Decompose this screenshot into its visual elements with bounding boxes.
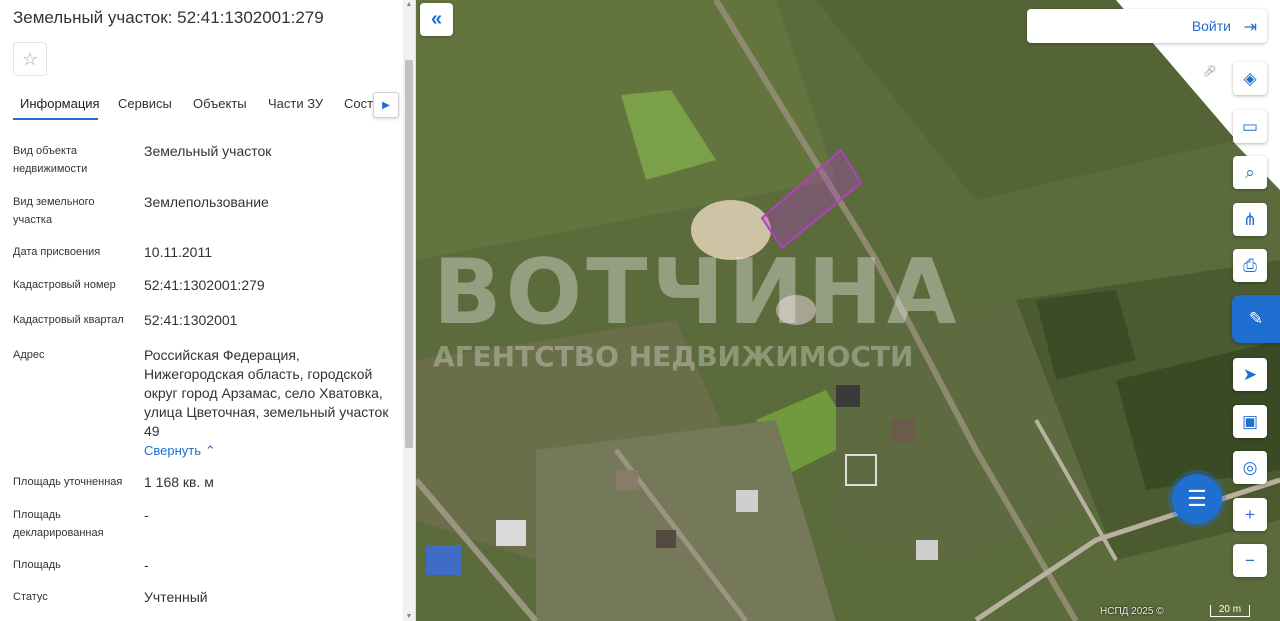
favorite-button[interactable]: ☆ [13,42,47,76]
property-value: Землепользование [144,194,269,210]
zoom-out-button[interactable]: − [1233,544,1267,577]
chat-button[interactable]: ☰ [1172,474,1222,524]
info-panel: Земельный участок: 52:41:1302001:279 ☆ И… [0,0,416,621]
collapse-panel-button[interactable]: « [420,3,453,36]
measure-button[interactable]: ▭ [1233,110,1267,143]
property-label: Вид объекта недвижимости [13,145,88,175]
tab-bar: Информация Сервисы Объекты Части ЗУ Сост… [0,88,400,122]
property-value: Российская Федерация, Нижегородская обла… [144,347,389,439]
collapse-link[interactable]: Свернуть ⌃ [144,441,394,460]
layers-button[interactable]: ◈ [1233,62,1267,95]
zoom-in-button[interactable]: + [1233,498,1267,531]
property-value: 1 168 кв. м [144,474,214,490]
star-icon: ☆ [21,48,39,69]
login-icon: ⇥ [1243,19,1257,36]
scroll-down-icon[interactable]: ▼ [405,613,413,620]
property-label: Площадь уточненная [13,476,123,488]
property-label: Дата присвоения [13,246,101,258]
property-value: - [144,557,149,573]
login-button[interactable]: Войти ⇥ [1027,9,1267,43]
property-label: Кадастровый номер [13,279,116,291]
property-label: Адрес [13,349,45,361]
page-title: Земельный участок: 52:41:1302001:279 [13,8,324,27]
property-value: 10.11.2011 [144,244,212,260]
mouse-cursor-icon: ➚ [1203,63,1217,80]
tab-objects[interactable]: Объекты [193,96,247,111]
message-icon: ☰ [1187,486,1207,511]
satellite-map[interactable]: ВОТЧИНА АГЕНТСТВО НЕДВИЖИМОСТИ [416,0,1280,621]
active-tab-indicator [13,118,98,120]
scale-bar: 20 m [1210,605,1250,617]
map-imagery [416,0,1280,621]
share-button[interactable]: ⋔ [1233,203,1267,236]
print-button[interactable]: ⎙ [1233,249,1267,282]
tab-info[interactable]: Информация [20,96,100,111]
property-label: Кадастровый квартал [13,314,124,326]
scroll-up-icon[interactable]: ▲ [405,1,413,8]
property-label: Площадь [13,559,61,571]
share-icon: ⋔ [1242,209,1258,229]
map-attribution: НСПД 2025 © [1100,606,1164,617]
locate-button[interactable]: ➤ [1233,358,1267,391]
scroll-thumb[interactable] [405,60,413,448]
property-value: Учтенный [144,589,208,605]
property-label: Площадь декларированная [13,509,104,539]
tab-parts[interactable]: Части ЗУ [268,96,323,111]
minimap-button[interactable]: ▣ [1233,405,1267,438]
plus-icon: + [1245,504,1255,524]
property-label: Вид земельного участка [13,196,95,226]
double-chevron-left-icon: « [430,8,443,30]
geolocation-button[interactable]: ◎ [1233,451,1267,484]
panel-scrollbar[interactable]: ▲ ▼ [403,0,415,621]
search-area-icon: ⌕ [1245,162,1255,182]
login-label: Войти [1191,18,1231,34]
property-value: 52:41:1302001 [144,312,238,328]
ruler-icon: ▭ [1241,116,1259,136]
printer-icon: ⎙ [1243,255,1257,275]
chat-bubble-icon: ✎ [1248,309,1264,328]
property-value: 52:41:1302001:279 [144,277,265,293]
chevron-up-icon: ⌃ [204,443,216,458]
assistant-button[interactable]: ✎ [1232,295,1280,343]
navigation-arrow-icon: ➤ [1242,364,1258,384]
collapse-label: Свернуть [144,443,202,458]
caret-right-icon: ▶ [382,99,390,111]
area-search-button[interactable]: ⌕ [1233,156,1267,189]
property-value: Земельный участок [144,143,272,159]
minus-icon: − [1245,550,1255,570]
tabs-scroll-right-button[interactable]: ▶ [373,92,399,118]
property-value: - [144,507,149,523]
tab-services[interactable]: Сервисы [118,96,172,111]
picture-in-picture-icon: ▣ [1241,411,1259,431]
layers-icon: ◈ [1243,68,1257,88]
property-label: Статус [13,591,48,603]
location-pin-icon: ◎ [1242,457,1258,477]
